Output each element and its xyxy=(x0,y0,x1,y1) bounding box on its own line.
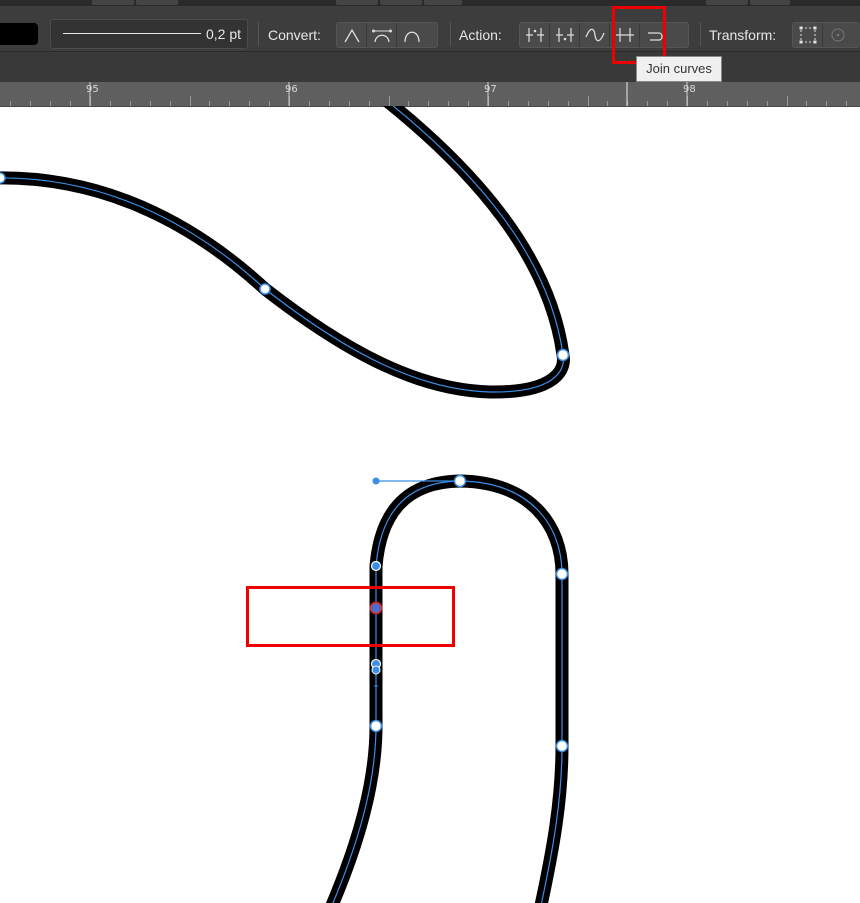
curve-node xyxy=(369,719,383,733)
curve-node xyxy=(555,567,569,581)
convert-sharp-button[interactable] xyxy=(337,23,367,47)
curve-artwork[interactable] xyxy=(0,106,860,903)
convert-button-group xyxy=(336,22,438,48)
strip-button[interactable] xyxy=(380,0,422,5)
convert-smart-button[interactable] xyxy=(397,23,427,47)
upper-curve-path xyxy=(0,106,565,393)
break-curve-button[interactable] xyxy=(520,23,550,47)
ruler-tick-label: 97 xyxy=(484,84,497,95)
context-toolbar: 0,2 pt Convert: Action: Transform: xyxy=(0,6,860,52)
ruler-ticks xyxy=(10,82,847,106)
transform-selection-box-button[interactable] xyxy=(793,23,823,47)
transform-label: Transform: xyxy=(709,27,777,43)
transform-button-group xyxy=(792,22,860,48)
smooth-node-icon xyxy=(372,29,392,43)
ruler-tick-label: 98 xyxy=(683,84,696,95)
selected-node xyxy=(370,560,382,572)
control-handle-point xyxy=(372,477,380,485)
smooth-curve-icon xyxy=(585,28,605,42)
strip-button[interactable] xyxy=(336,0,378,5)
break-curve-icon xyxy=(526,28,544,42)
convert-label: Convert: xyxy=(268,27,321,43)
curve-node xyxy=(0,172,6,184)
strip-button[interactable] xyxy=(92,0,134,5)
curve-node xyxy=(259,283,271,295)
toolbar-divider xyxy=(258,22,259,46)
ruler-tick-label: 95 xyxy=(86,84,99,95)
lower-curve-stroke xyxy=(325,474,569,903)
toolbar-divider xyxy=(450,22,451,46)
stroke-preview-line xyxy=(63,33,201,34)
strip-button[interactable] xyxy=(136,0,178,5)
stroke-width-field[interactable]: 0,2 pt xyxy=(50,19,248,49)
curve-node xyxy=(453,474,467,488)
lower-curve-path xyxy=(332,480,563,903)
curve-node xyxy=(555,739,569,753)
drawing-canvas[interactable] xyxy=(0,106,860,903)
close-curve-button[interactable] xyxy=(550,23,580,47)
transform-origin-icon xyxy=(831,28,845,42)
strip-button[interactable] xyxy=(706,0,748,5)
close-curve-icon xyxy=(556,28,574,42)
upper-curve-stroke xyxy=(0,106,570,399)
endpoint-highlight-box xyxy=(246,586,455,647)
smooth-curve-button[interactable] xyxy=(580,23,610,47)
horizontal-ruler[interactable]: 95 96 97 98 xyxy=(0,82,860,107)
stroke-width-value: 0,2 pt xyxy=(205,26,241,42)
convert-smooth-button[interactable] xyxy=(367,23,397,47)
ruler-tick-label: 96 xyxy=(285,84,298,95)
selected-node xyxy=(371,665,381,675)
strip-button[interactable] xyxy=(750,0,790,5)
join-curves-tooltip: Join curves xyxy=(636,56,722,82)
strip-button[interactable] xyxy=(424,0,462,5)
action-label: Action: xyxy=(459,27,502,43)
smart-node-icon xyxy=(404,31,420,43)
toolbar-divider xyxy=(700,22,701,46)
secondary-bar xyxy=(0,52,860,82)
stroke-color-swatch[interactable] xyxy=(0,23,38,45)
sharp-node-icon xyxy=(344,28,360,43)
transform-origin-button[interactable] xyxy=(823,23,853,47)
curve-node xyxy=(556,348,570,362)
bounding-box-icon xyxy=(799,26,817,44)
